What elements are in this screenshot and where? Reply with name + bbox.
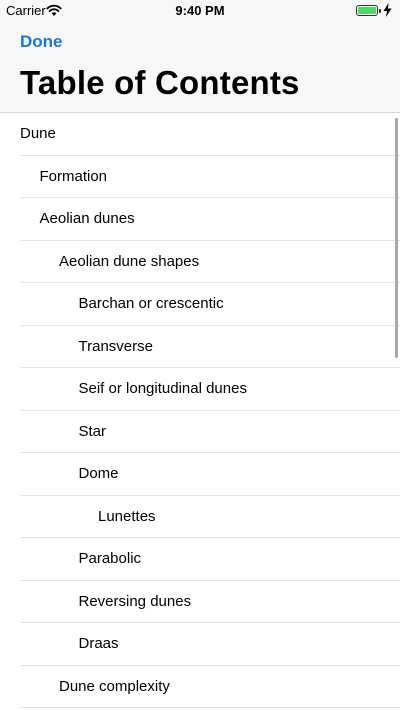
toc-item-label: Lunettes	[98, 507, 156, 525]
toc-item-label: Formation	[39, 167, 108, 185]
toc-item-label: Transverse	[78, 337, 153, 355]
toc-item-label: Parabolic	[78, 550, 142, 567]
toc-item[interactable]: Dome	[0, 453, 400, 496]
battery-fill	[358, 7, 376, 14]
charging-bolt-icon	[383, 3, 392, 17]
toc-item-label: Aeolian dunes	[39, 210, 135, 227]
toc-item[interactable]: Seif or longitudinal dunes	[0, 368, 400, 411]
battery-icon	[356, 5, 381, 16]
page-title: Table of Contents	[20, 64, 300, 101]
toc-item[interactable]: Dune complexity	[0, 666, 400, 709]
toc-item[interactable]: Transverse	[0, 326, 400, 369]
toc-item-label: Dome	[78, 465, 119, 482]
toc-item-label: Seif or longitudinal dunes	[78, 380, 247, 397]
toc-item[interactable]: Star	[0, 411, 400, 454]
done-button[interactable]: Done	[20, 32, 63, 52]
toc-item[interactable]: Barchan or crescentic	[0, 283, 400, 326]
navigation-header: Done Table of Contents	[0, 22, 400, 113]
status-bar: Carrier 9:40 PM	[0, 0, 400, 22]
toc-item-label: Dune	[20, 125, 56, 142]
clock: 9:40 PM	[175, 3, 225, 18]
toc-item-label: Aeolian dune shapes	[59, 252, 200, 270]
toc-item[interactable]: Parabolic	[0, 538, 400, 581]
toc-item[interactable]: Reversing dunes	[0, 581, 400, 624]
toc-item[interactable]: Lunettes	[0, 496, 400, 539]
toc-item[interactable]: Aeolian dune shapes	[0, 241, 400, 284]
toc-item[interactable]: Aeolian dunes	[0, 198, 400, 241]
toc-item-label: Dune complexity	[59, 677, 170, 695]
toc-list[interactable]: Dune Formation Aeolian dunes Aeolian dune s…	[0, 113, 400, 710]
toc-item-label: Barchan or crescentic	[78, 295, 224, 312]
toc-item[interactable]: Dune	[0, 113, 400, 156]
toc-item-label: Star	[78, 422, 107, 440]
toc-item-label: Reversing dunes	[78, 592, 192, 610]
toc-item[interactable]: Formation	[0, 156, 400, 199]
toc-item[interactable]: Draas	[0, 623, 400, 666]
scrollbar[interactable]	[395, 118, 398, 358]
toc-item-label: Draas	[78, 635, 119, 652]
